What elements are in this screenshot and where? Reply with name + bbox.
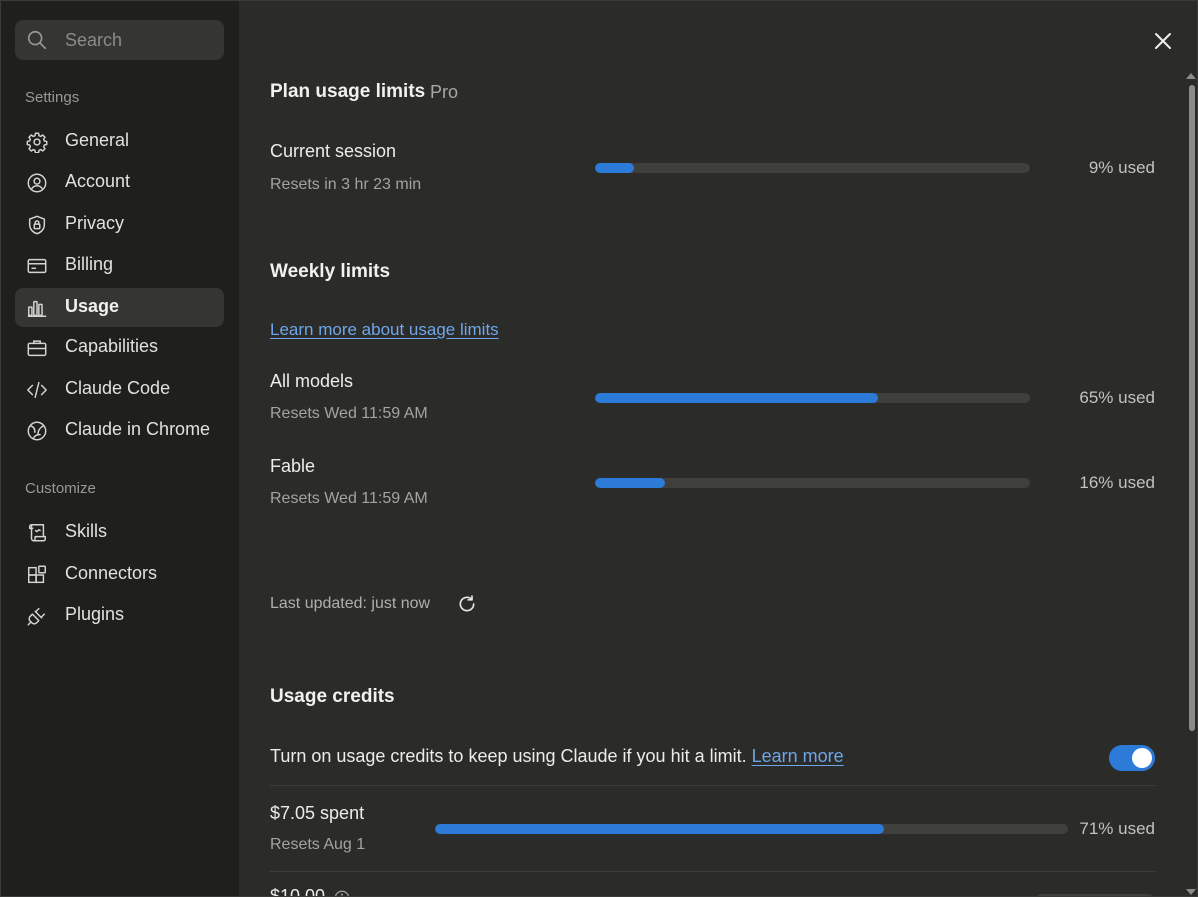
sidebar-item-label: Capabilities xyxy=(65,336,159,356)
all-models-title: All models xyxy=(270,371,354,391)
sidebar-item-label: General xyxy=(65,130,130,150)
credits-learn-more-link[interactable]: Learn more xyxy=(752,746,844,766)
usage-credits-toggle[interactable] xyxy=(1109,745,1155,771)
progress-fill xyxy=(595,163,635,173)
usage-credits-title: Usage credits xyxy=(270,686,395,707)
search-placeholder: Search xyxy=(65,30,123,50)
usage-credits-description: Turn on usage credits to keep using Clau… xyxy=(270,746,844,767)
fable-reset: Resets Wed 11:59 AM xyxy=(270,490,428,507)
progress-fill xyxy=(595,478,665,488)
scroll-up-arrow[interactable] xyxy=(1186,73,1196,79)
sidebar-item-general[interactable]: General xyxy=(15,122,224,161)
briefcase-icon xyxy=(27,340,47,357)
info-icon[interactable] xyxy=(333,889,351,897)
all-models-percent: 65% used xyxy=(1079,388,1155,407)
sidebar-item-label: Billing xyxy=(65,254,114,274)
gear-icon xyxy=(26,132,48,153)
close-icon[interactable] xyxy=(1151,29,1175,53)
settings-section-label: Settings xyxy=(25,89,80,106)
fable-percent: 16% used xyxy=(1079,473,1155,492)
search-input[interactable]: Search xyxy=(15,20,224,60)
progress-fill xyxy=(435,824,885,834)
divider xyxy=(270,785,1155,786)
sidebar-item-label: Claude in Chrome xyxy=(65,419,211,439)
spending-limit-title: $10.00 xyxy=(270,886,326,897)
sidebar-item-label: Connectors xyxy=(65,563,158,583)
sidebar-item-billing[interactable]: Billing xyxy=(15,246,224,285)
settings-window: Search Settings General Account Privacy xyxy=(0,0,1198,897)
code-icon xyxy=(27,381,47,399)
globe-icon xyxy=(27,421,47,441)
sidebar-item-label: Plugins xyxy=(65,604,125,624)
sidebar-item-label: Account xyxy=(65,171,131,191)
weekly-limits-title: Weekly limits xyxy=(270,261,391,282)
sidebar: Search Settings General Account Privacy xyxy=(1,1,239,896)
all-models-reset: Resets Wed 11:59 AM xyxy=(270,405,428,422)
spent-progress xyxy=(435,824,1068,834)
fable-progress xyxy=(595,478,1030,488)
fable-title: Fable xyxy=(270,456,316,476)
last-updated-text: Last updated: just now xyxy=(270,595,431,612)
user-circle-icon xyxy=(27,173,47,193)
sidebar-item-privacy[interactable]: Privacy xyxy=(15,205,224,244)
plug-icon xyxy=(27,607,46,626)
spent-title: $7.05 spent xyxy=(270,803,365,823)
sidebar-item-plugins[interactable]: Plugins xyxy=(15,596,224,635)
sidebar-item-label: Skills xyxy=(65,521,108,541)
usage-panel: Plan usage limits Pro Current session Re… xyxy=(239,1,1197,897)
sidebar-item-usage[interactable]: Usage xyxy=(15,288,224,327)
current-session-progress xyxy=(595,163,1030,173)
scroll-icon xyxy=(28,524,46,542)
sidebar-item-label: Usage xyxy=(65,296,120,316)
credit-card-icon xyxy=(27,258,47,274)
sidebar-item-capabilities[interactable]: Capabilities xyxy=(15,328,224,367)
sidebar-item-account[interactable]: Account xyxy=(15,163,224,202)
sidebar-item-label: Claude Code xyxy=(65,378,171,398)
sidebar-item-skills[interactable]: Skills xyxy=(15,513,224,552)
current-session-percent: 9% used xyxy=(1088,158,1155,177)
plan-usage-title: Plan usage limits xyxy=(270,81,426,102)
current-session-title: Current session xyxy=(270,141,397,161)
current-session-reset: Resets in 3 hr 23 min xyxy=(270,176,422,193)
toggle-knob xyxy=(1132,748,1152,768)
progress-fill xyxy=(595,393,878,403)
sidebar-item-label: Privacy xyxy=(65,213,125,233)
blocks-icon xyxy=(28,565,46,584)
customize-section-label: Customize xyxy=(25,480,96,497)
sidebar-item-connectors[interactable]: Connectors xyxy=(15,555,224,594)
shield-lock-icon xyxy=(28,215,46,235)
scrollbar-thumb[interactable] xyxy=(1189,85,1195,731)
scroll-down-arrow[interactable] xyxy=(1186,889,1196,895)
sidebar-item-claude-code[interactable]: Claude Code xyxy=(15,370,224,409)
all-models-progress xyxy=(595,393,1030,403)
plan-badge: Pro xyxy=(430,82,459,102)
usage-credits-text: Turn on usage credits to keep using Clau… xyxy=(270,746,747,766)
divider xyxy=(270,871,1155,872)
spent-reset: Resets Aug 1 xyxy=(270,836,366,853)
spent-percent: 71% used xyxy=(1079,819,1155,838)
bar-chart-icon xyxy=(27,300,47,317)
sidebar-item-claude-in-chrome[interactable]: Claude in Chrome xyxy=(15,411,224,450)
search-icon xyxy=(27,30,47,50)
learn-more-usage-link[interactable]: Learn more about usage limits xyxy=(270,320,499,340)
refresh-icon[interactable] xyxy=(457,594,477,614)
